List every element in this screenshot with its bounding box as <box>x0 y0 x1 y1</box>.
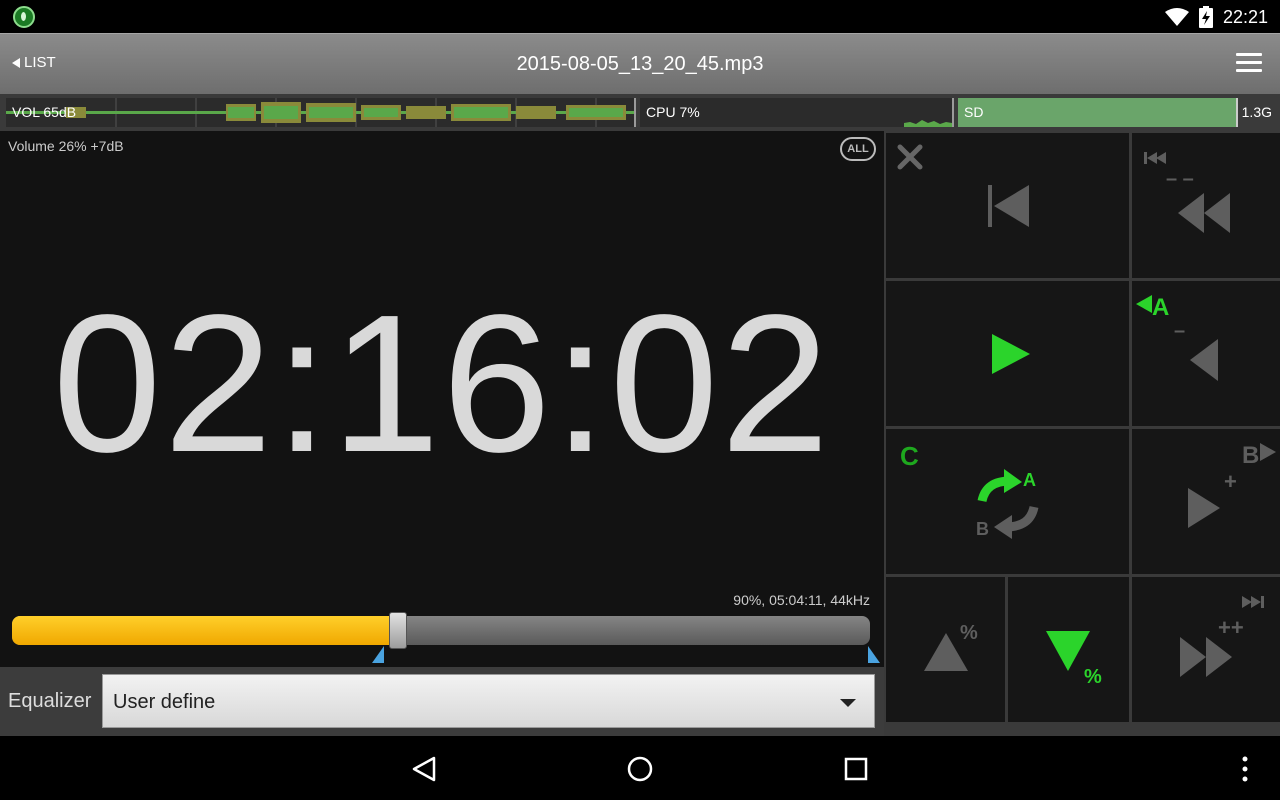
cpu-meter: CPU 7% <box>640 98 954 127</box>
speed-down-icon <box>1046 631 1090 671</box>
play-button[interactable] <box>886 281 1129 426</box>
set-a-back-icon <box>1190 339 1218 381</box>
previous-track-icon <box>988 185 1029 227</box>
marker-a-handle[interactable] <box>372 646 384 663</box>
sd-free-space: 1.3G <box>1241 104 1272 120</box>
plusplus-label: ++ <box>1218 615 1244 640</box>
small-previous-icon <box>1144 152 1166 164</box>
toolbar: LIST 2015-08-05_13_20_45.mp3 <box>0 33 1280 94</box>
fast-forward-button[interactable]: ++ <box>1132 577 1280 722</box>
meters-bar: VOL 65dB CPU 7% SD 1.3G <box>0 94 1280 131</box>
rewind-icon <box>1178 193 1230 233</box>
nav-recents-icon[interactable] <box>841 754 871 784</box>
equalizer-label: Equalizer <box>8 690 92 712</box>
equalizer-value: User define <box>113 691 216 713</box>
marker-b-handle[interactable] <box>868 646 880 663</box>
volume-meter-label: VOL 65dB <box>12 104 77 120</box>
nav-back-icon[interactable] <box>410 754 440 784</box>
rewind-button[interactable]: – – <box>1132 133 1280 278</box>
a-marker-icon <box>1136 295 1152 313</box>
volume-text: Volume 26% +7dB <box>8 138 124 154</box>
hamburger-menu-icon[interactable] <box>1236 53 1262 75</box>
b-forward-icon <box>1188 488 1220 528</box>
volume-meter: VOL 65dB <box>6 98 636 127</box>
repeat-c-label: C <box>900 441 919 471</box>
wifi-icon <box>1164 8 1189 26</box>
music-app-icon <box>13 6 35 28</box>
repeat-all-icon[interactable]: ALL <box>840 137 876 161</box>
progress-thumb[interactable] <box>389 612 408 649</box>
play-icon <box>992 334 1030 374</box>
waveform <box>6 98 634 127</box>
cpu-meter-label: CPU 7% <box>646 104 700 120</box>
minusminus-label: – – <box>1166 168 1194 190</box>
previous-track-button[interactable] <box>886 133 1129 278</box>
equalizer-row: Equalizer User define <box>0 667 884 736</box>
progress-bar[interactable] <box>12 616 870 645</box>
nav-overflow-icon[interactable] <box>1230 754 1260 784</box>
speed-down-percent-label: % <box>1084 666 1102 688</box>
set-b-label: B <box>1242 442 1259 469</box>
sd-meter: SD <box>958 98 1238 127</box>
repeat-b-label: B <box>976 519 989 539</box>
elapsed-time: 02:16:02 <box>52 274 832 493</box>
equalizer-select[interactable]: User define <box>102 674 875 728</box>
small-next-icon <box>1242 596 1264 608</box>
track-info: 90%, 05:04:11, 44kHz <box>733 592 870 608</box>
chevron-down-icon <box>840 699 856 707</box>
playback-display: Volume 26% +7dB ALL 02:16:02 90%, 05:04:… <box>0 131 884 667</box>
progress-fill <box>12 616 399 645</box>
speed-up-percent-label: % <box>960 622 978 644</box>
status-time: 22:21 <box>1222 6 1268 27</box>
status-right: 22:21 <box>1164 5 1268 29</box>
repeat-a-label: A <box>1023 470 1036 490</box>
navigation-bar <box>0 736 1280 800</box>
set-a-back-button[interactable]: A – <box>1132 281 1280 426</box>
sd-meter-label: SD <box>964 104 984 120</box>
speed-down-button[interactable]: % <box>1008 577 1129 722</box>
controls-grid: – – A – C A B B + % % ++ <box>884 131 1280 736</box>
close-icon[interactable] <box>897 144 923 170</box>
b-forward-button[interactable]: B + <box>1132 429 1280 574</box>
file-title: 2015-08-05_13_20_45.mp3 <box>516 53 764 75</box>
battery-charging-icon <box>1198 6 1213 28</box>
minus-label: – <box>1174 320 1185 342</box>
plus-label: + <box>1224 469 1237 494</box>
b-marker-icon <box>1260 443 1276 461</box>
status-bar: 22:21 <box>0 0 1280 33</box>
speed-up-button[interactable]: % <box>886 577 1005 722</box>
fast-forward-icon <box>1180 637 1232 677</box>
nav-home-icon[interactable] <box>625 754 655 784</box>
set-a-label: A <box>1152 294 1169 321</box>
repeat-ab-button[interactable]: C A B <box>886 429 1129 574</box>
